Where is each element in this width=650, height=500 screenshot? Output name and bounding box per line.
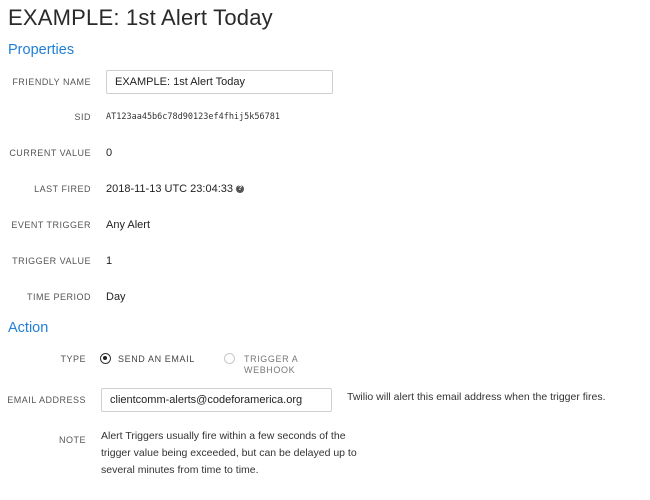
email-address-label: EMAIL ADDRESS bbox=[7, 395, 86, 405]
trigger-value-value: 1 bbox=[106, 255, 113, 267]
event-trigger-row: EVENT TRIGGER Any Alert bbox=[0, 213, 650, 237]
email-address-row: EMAIL ADDRESS Twilio will alert this ema… bbox=[0, 388, 650, 412]
type-row: TYPE SEND AN EMAIL TRIGGER A WEBHOOK bbox=[0, 347, 650, 381]
send-email-radio-label[interactable]: SEND AN EMAIL bbox=[118, 354, 195, 365]
last-fired-value-wrap: 2018-11-13 UTC 23:04:33? bbox=[106, 177, 244, 201]
current-value-value: 0 bbox=[106, 147, 113, 159]
sid-value: AT123aa45b6c78d90123ef4fhij5k56781 bbox=[106, 112, 280, 122]
trigger-value-label: TRIGGER VALUE bbox=[12, 256, 91, 266]
send-email-radio[interactable] bbox=[100, 353, 111, 364]
email-address-input[interactable] bbox=[101, 388, 332, 412]
friendly-name-row: FRIENDLY NAME bbox=[0, 70, 650, 94]
event-trigger-value: Any Alert bbox=[106, 219, 151, 231]
sid-label: SID bbox=[74, 112, 91, 122]
note-label: NOTE bbox=[58, 435, 86, 445]
time-period-label: TIME PERIOD bbox=[26, 292, 91, 302]
event-trigger-label: EVENT TRIGGER bbox=[11, 220, 91, 230]
trigger-value-row: TRIGGER VALUE 1 bbox=[0, 249, 650, 273]
time-period-row: TIME PERIOD Day bbox=[0, 285, 650, 309]
trigger-webhook-radio[interactable] bbox=[224, 353, 235, 364]
trigger-webhook-label-line1: TRIGGER A bbox=[244, 354, 299, 364]
properties-heading: Properties bbox=[8, 42, 75, 58]
email-address-hint: Twilio will alert this email address whe… bbox=[347, 391, 606, 403]
trigger-webhook-label-line2: WEBHOOK bbox=[244, 365, 296, 375]
last-fired-row: LAST FIRED 2018-11-13 UTC 23:04:33? bbox=[0, 177, 650, 201]
type-label: TYPE bbox=[60, 354, 86, 364]
current-value-label: CURRENT VALUE bbox=[9, 148, 91, 158]
page-title: EXAMPLE: 1st Alert Today bbox=[8, 5, 273, 30]
friendly-name-label: FRIENDLY NAME bbox=[12, 77, 91, 87]
last-fired-label: LAST FIRED bbox=[34, 184, 91, 194]
note-row: NOTE Alert Triggers usually fire within … bbox=[0, 428, 650, 482]
current-value-row: CURRENT VALUE 0 bbox=[0, 141, 650, 165]
sid-row: SID AT123aa45b6c78d90123ef4fhij5k56781 bbox=[0, 105, 650, 129]
time-period-value: Day bbox=[106, 291, 126, 303]
help-icon[interactable]: ? bbox=[236, 185, 244, 194]
note-text: Alert Triggers usually fire within a few… bbox=[101, 430, 357, 476]
trigger-webhook-radio-label[interactable]: TRIGGER A WEBHOOK bbox=[244, 354, 298, 376]
action-heading: Action bbox=[8, 320, 49, 336]
last-fired-value: 2018-11-13 UTC 23:04:33 bbox=[106, 183, 233, 195]
friendly-name-input[interactable] bbox=[106, 70, 333, 94]
